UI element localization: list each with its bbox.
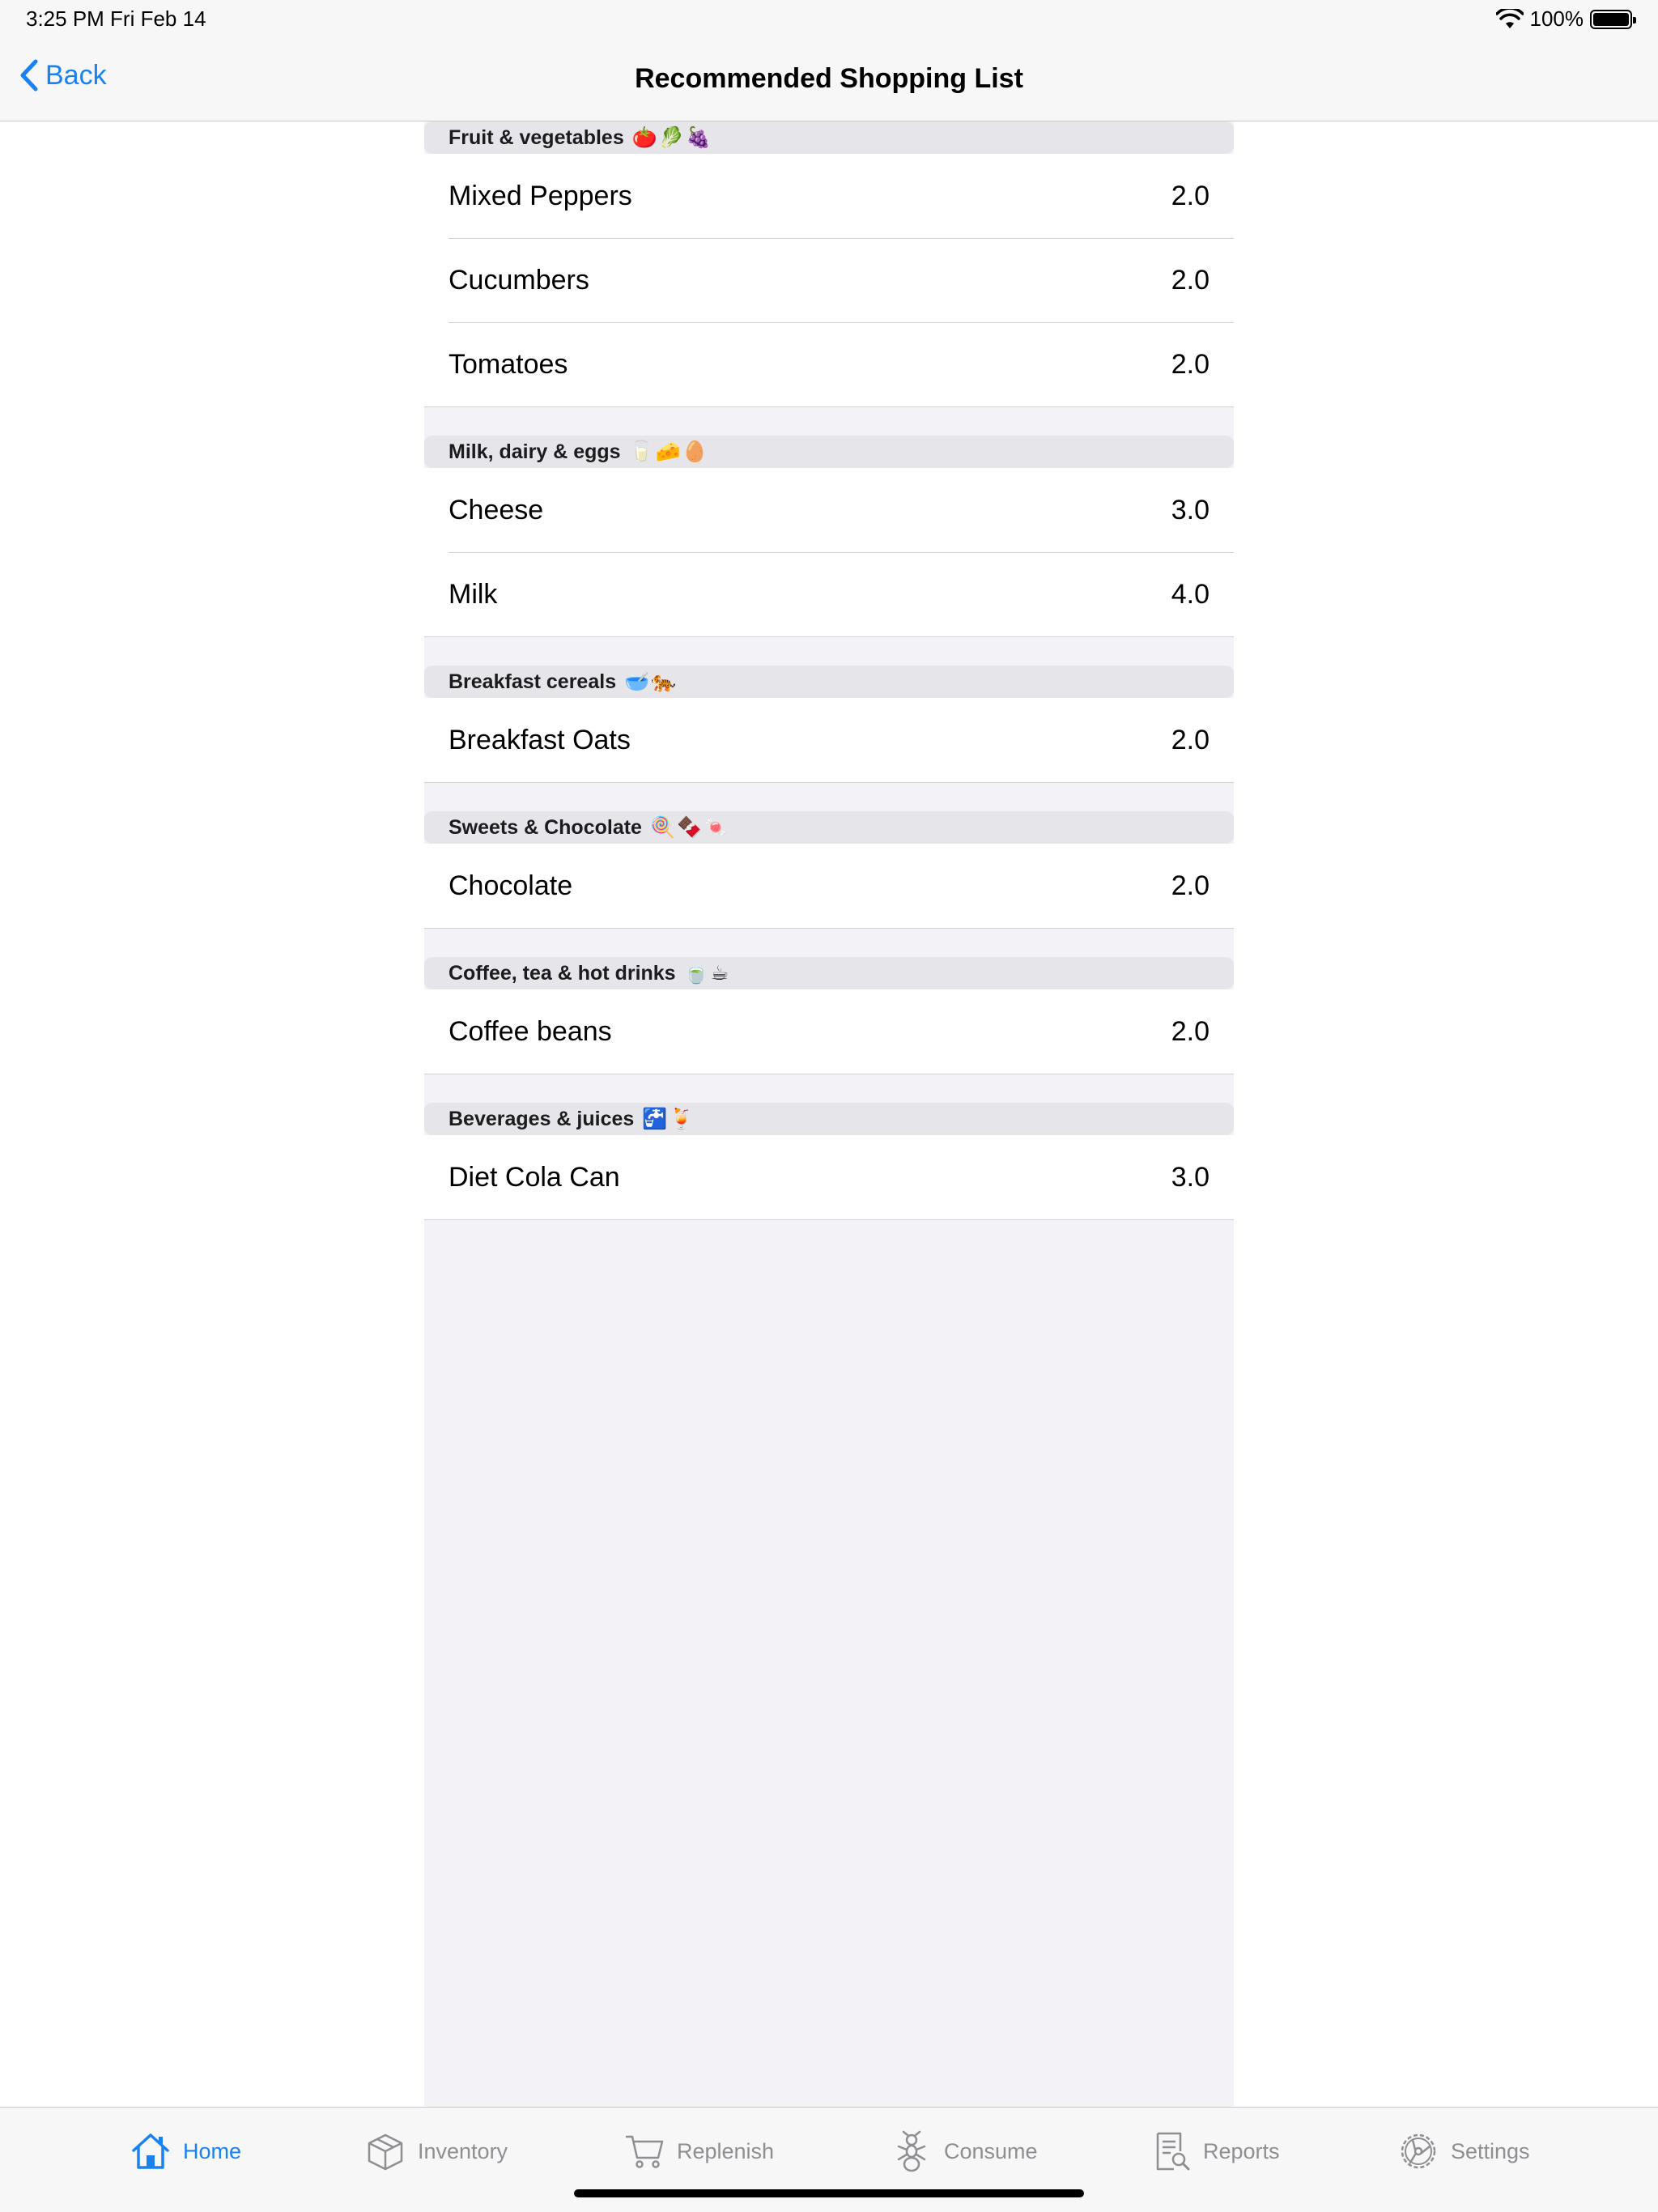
item-name: Coffee beans bbox=[449, 1015, 612, 1047]
tab-label: Consume bbox=[944, 2138, 1038, 2163]
ant-icon bbox=[897, 2130, 926, 2172]
section-title: Beverages & juices bbox=[449, 1107, 635, 1130]
chevron-left-icon bbox=[20, 59, 38, 91]
back-label: Back bbox=[45, 59, 107, 91]
box-icon bbox=[368, 2133, 403, 2171]
tab-replenish[interactable]: Replenish bbox=[623, 2130, 774, 2172]
tab-label: Inventory bbox=[418, 2138, 508, 2163]
status-time: 3:25 PM Fri Feb 14 bbox=[26, 6, 206, 31]
item-name: Mixed Peppers bbox=[449, 180, 632, 211]
section-title: Milk, dairy & eggs bbox=[449, 440, 621, 463]
gear-icon bbox=[1401, 2133, 1436, 2169]
item-quantity: 2.0 bbox=[1171, 1015, 1209, 1047]
section-title: Breakfast cereals bbox=[449, 670, 617, 693]
item-name: Cucumbers bbox=[449, 264, 589, 296]
item-name: Breakfast Oats bbox=[449, 724, 631, 755]
tab-home[interactable]: Home bbox=[130, 2130, 241, 2172]
list-item[interactable]: Diet Cola Can 3.0 bbox=[424, 1135, 1234, 1219]
item-quantity: 2.0 bbox=[1171, 264, 1209, 296]
section-fruit-vegetables: Fruit & vegetables 🍅🥬🍇 Mixed Peppers 2.0… bbox=[424, 121, 1234, 436]
section-header: Milk, dairy & eggs 🥛🧀🥚 bbox=[424, 436, 1234, 468]
tab-label: Home bbox=[183, 2138, 242, 2163]
section-divider bbox=[424, 928, 1234, 957]
list-item[interactable]: Milk 4.0 bbox=[424, 552, 1234, 636]
section-header: Breakfast cereals 🥣🐅 bbox=[424, 666, 1234, 698]
tab-consume[interactable]: Consume bbox=[891, 2130, 1038, 2172]
list-item[interactable]: Cucumbers 2.0 bbox=[424, 238, 1234, 322]
navigation-bar: Recommended Shopping List Back bbox=[0, 39, 1658, 121]
section-divider bbox=[424, 782, 1234, 811]
section-beverages-juices: Beverages & juices 🚰🍹 Diet Cola Can 3.0 bbox=[424, 1103, 1234, 1220]
status-indicators: 100% bbox=[1495, 6, 1636, 32]
section-emoji-icon: 🥛🧀🥚 bbox=[628, 440, 709, 463]
section-sweets-chocolate: Sweets & Chocolate 🍭🍫🍬 Chocolate 2.0 bbox=[424, 811, 1234, 957]
item-quantity: 4.0 bbox=[1171, 578, 1209, 610]
item-name: Diet Cola Can bbox=[449, 1161, 620, 1193]
item-quantity: 3.0 bbox=[1171, 1161, 1209, 1193]
section-title: Sweets & Chocolate bbox=[449, 815, 642, 839]
item-quantity: 2.0 bbox=[1171, 180, 1209, 211]
list-item[interactable]: Tomatoes 2.0 bbox=[424, 322, 1234, 406]
item-name: Tomatoes bbox=[449, 348, 568, 380]
tab-label: Reports bbox=[1203, 2138, 1280, 2163]
status-bar: 3:25 PM Fri Feb 14 100% bbox=[0, 0, 1658, 39]
item-quantity: 2.0 bbox=[1171, 724, 1209, 755]
item-name: Cheese bbox=[449, 494, 544, 525]
cart-icon bbox=[626, 2135, 664, 2168]
item-quantity: 3.0 bbox=[1171, 494, 1209, 525]
section-divider bbox=[424, 636, 1234, 666]
section-emoji-icon: 🍵☕ bbox=[683, 962, 731, 985]
home-icon bbox=[132, 2133, 169, 2169]
list-end-divider bbox=[424, 1219, 1234, 1220]
section-emoji-icon: 🍅🥬🍇 bbox=[631, 125, 713, 149]
tab-reports[interactable]: Reports bbox=[1150, 2130, 1280, 2172]
section-emoji-icon: 🍭🍫🍬 bbox=[649, 815, 731, 839]
section-title: Fruit & vegetables bbox=[449, 125, 624, 149]
section-header: Coffee, tea & hot drinks 🍵☕ bbox=[424, 957, 1234, 989]
battery-percent: 100% bbox=[1529, 6, 1584, 31]
list-item[interactable]: Coffee beans 2.0 bbox=[424, 989, 1234, 1074]
section-emoji-icon: 🥣🐅 bbox=[624, 670, 678, 693]
battery-icon bbox=[1590, 9, 1636, 29]
list-item[interactable]: Mixed Peppers 2.0 bbox=[424, 154, 1234, 238]
section-title: Coffee, tea & hot drinks bbox=[449, 961, 676, 985]
section-breakfast-cereals: Breakfast cereals 🥣🐅 Breakfast Oats 2.0 bbox=[424, 666, 1234, 811]
item-quantity: 2.0 bbox=[1171, 870, 1209, 901]
section-milk-dairy-eggs: Milk, dairy & eggs 🥛🧀🥚 Cheese 3.0 Milk 4… bbox=[424, 436, 1234, 666]
home-indicator[interactable] bbox=[574, 2189, 1084, 2197]
report-icon bbox=[1156, 2132, 1190, 2171]
section-header: Fruit & vegetables 🍅🥬🍇 bbox=[424, 121, 1234, 154]
tab-inventory[interactable]: Inventory bbox=[364, 2130, 508, 2172]
item-name: Milk bbox=[449, 578, 498, 610]
section-header: Beverages & juices 🚰🍹 bbox=[424, 1103, 1234, 1135]
wifi-icon bbox=[1495, 8, 1524, 28]
list-item[interactable]: Chocolate 2.0 bbox=[424, 844, 1234, 928]
section-divider bbox=[424, 1074, 1234, 1103]
item-name: Chocolate bbox=[449, 870, 573, 901]
shopping-list[interactable]: Fruit & vegetables 🍅🥬🍇 Mixed Peppers 2.0… bbox=[424, 121, 1234, 2107]
section-divider bbox=[424, 406, 1234, 436]
page-title: Recommended Shopping List bbox=[635, 63, 1023, 94]
list-item[interactable]: Breakfast Oats 2.0 bbox=[424, 698, 1234, 782]
back-button[interactable]: Back bbox=[18, 58, 107, 92]
item-quantity: 2.0 bbox=[1171, 348, 1209, 380]
list-item[interactable]: Cheese 3.0 bbox=[424, 468, 1234, 552]
section-emoji-icon: 🚰🍹 bbox=[642, 1107, 696, 1130]
tab-label: Settings bbox=[1451, 2138, 1530, 2163]
tab-label: Replenish bbox=[677, 2138, 775, 2163]
section-header: Sweets & Chocolate 🍭🍫🍬 bbox=[424, 811, 1234, 844]
tab-settings[interactable]: Settings bbox=[1397, 2130, 1530, 2172]
section-coffee-tea: Coffee, tea & hot drinks 🍵☕ Coffee beans… bbox=[424, 957, 1234, 1103]
